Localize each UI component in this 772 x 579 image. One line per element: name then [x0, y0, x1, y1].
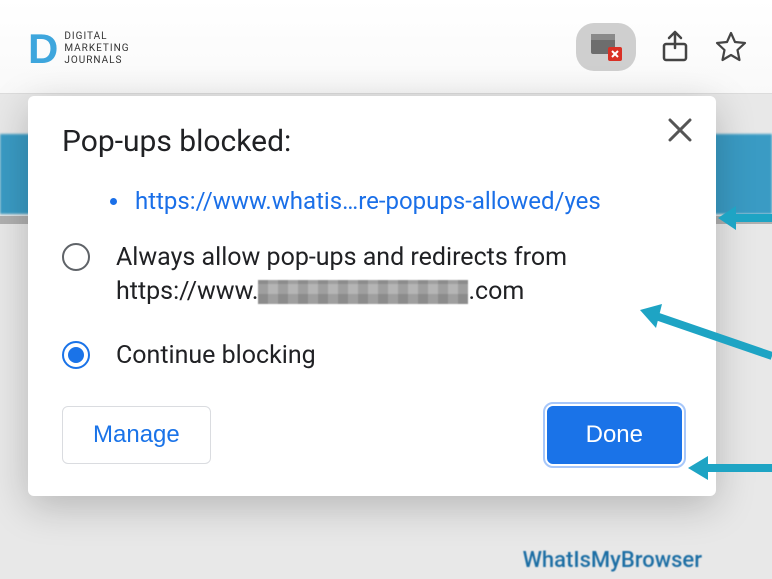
share-button[interactable]: [658, 30, 692, 64]
page-footer-hint: WhatIsMyBrowser: [523, 548, 702, 573]
watermark-d-icon: D: [28, 28, 58, 70]
option-allow-label: Always allow pop-ups and redirects from …: [116, 241, 567, 309]
annotation-arrow-1: [718, 198, 772, 238]
option-always-allow[interactable]: Always allow pop-ups and redirects from …: [62, 241, 682, 309]
dialog-button-row: Manage Done: [62, 406, 682, 464]
blocked-url-link[interactable]: https://www.whatis…re-popups-allowed/yes: [135, 187, 601, 215]
manage-button[interactable]: Manage: [62, 406, 211, 464]
bookmark-star-button[interactable]: [714, 30, 748, 64]
bullet-icon: [110, 198, 117, 205]
blocked-url-list: https://www.whatis…re-popups-allowed/yes: [110, 187, 682, 215]
dialog-title: Pop-ups blocked:: [62, 124, 682, 159]
popup-blocked-dialog: Pop-ups blocked: https://www.whatis…re-p…: [28, 96, 716, 496]
option-block-label: Continue blocking: [116, 339, 316, 373]
watermark-logo: D DIGITAL MARKETING JOURNALS: [28, 28, 130, 70]
popup-blocked-icon: [590, 33, 622, 61]
watermark-text: DIGITAL MARKETING JOURNALS: [64, 31, 129, 67]
star-icon: [714, 30, 748, 64]
radio-allow[interactable]: [62, 243, 90, 271]
share-icon: [660, 30, 690, 64]
radio-block[interactable]: [62, 341, 90, 369]
popup-blocked-indicator[interactable]: [576, 23, 636, 71]
close-button[interactable]: [664, 114, 696, 146]
option-continue-blocking[interactable]: Continue blocking: [62, 339, 682, 373]
close-icon: [664, 114, 696, 146]
blocked-url-item[interactable]: https://www.whatis…re-popups-allowed/yes: [110, 187, 682, 215]
annotation-arrow-2: [632, 300, 772, 360]
annotation-arrow-3: [688, 448, 772, 488]
popup-options: Always allow pop-ups and redirects from …: [62, 241, 682, 372]
redacted-domain: [258, 280, 468, 304]
done-button[interactable]: Done: [547, 406, 682, 464]
